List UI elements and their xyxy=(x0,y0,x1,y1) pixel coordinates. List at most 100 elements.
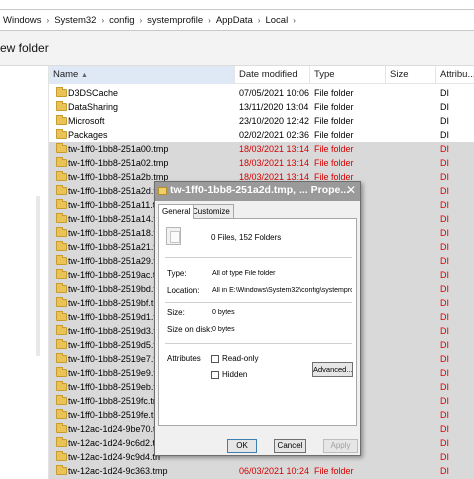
column-size[interactable]: Size xyxy=(386,66,436,84)
size-on-disk-value: 0 bytes xyxy=(212,326,235,333)
column-attributes[interactable]: Attribu... xyxy=(436,66,474,84)
table-row[interactable]: Microsoft 23/10/2020 12:42 File folder DI xyxy=(49,114,474,128)
folder-icon xyxy=(56,129,67,139)
tab-customize[interactable]: Customize xyxy=(188,204,234,218)
column-name[interactable]: Name ▲ xyxy=(49,66,235,84)
row-attributes: DI xyxy=(440,424,449,434)
dialog-title-bar[interactable]: tw-1ff0-1bb8-251a2d.tmp, ... Prope... ✕ xyxy=(155,182,360,201)
tab-general[interactable]: General xyxy=(158,204,195,219)
row-type: File folder xyxy=(314,144,354,154)
row-attributes: DI xyxy=(440,284,449,294)
breadcrumb-item[interactable]: Local xyxy=(265,15,288,26)
sort-up-icon: ▲ xyxy=(80,72,88,79)
breadcrumb: Windows › System32 › config › systemprofile › Ap… xyxy=(3,15,301,26)
row-attributes: DI xyxy=(440,270,449,280)
folder-icon xyxy=(56,451,67,461)
size-value: 0 bytes xyxy=(212,309,235,316)
apply-button[interactable]: Apply xyxy=(323,439,358,453)
row-attributes: DI xyxy=(440,144,449,154)
folder-icon xyxy=(56,423,67,433)
folder-icon xyxy=(56,339,67,349)
row-attributes: DI xyxy=(440,200,449,210)
attributes-label: Attributes xyxy=(167,354,201,363)
row-attributes: DI xyxy=(440,410,449,420)
row-name: tw-12ac-1d24-9c363.tmp xyxy=(68,466,168,476)
table-row[interactable]: tw-1ff0-1bb8-251a02.tmp 18/03/2021 13:14 F… xyxy=(49,156,474,170)
folder-icon xyxy=(56,395,67,405)
row-attributes: DI xyxy=(440,88,449,98)
folder-icon xyxy=(56,87,67,97)
type-label: Type: xyxy=(167,269,187,278)
table-row[interactable]: tw-12ac-1d24-9c363.tmp 06/03/2021 10:24 Fi… xyxy=(49,464,474,478)
row-date: 13/11/2020 13:04 xyxy=(239,102,309,112)
location-label: Location: xyxy=(167,286,200,295)
row-attributes: DI xyxy=(440,326,449,336)
chevron-right-icon[interactable]: › xyxy=(47,16,50,25)
folder-icon xyxy=(56,409,67,419)
row-attributes: DI xyxy=(440,438,449,448)
ok-button[interactable]: OK xyxy=(227,439,257,453)
navigation-pane[interactable] xyxy=(0,66,49,479)
breadcrumb-item[interactable]: systemprofile xyxy=(147,15,203,26)
folder-icon xyxy=(56,437,67,447)
row-type: File folder xyxy=(314,116,354,126)
toolbar: ew folder xyxy=(0,31,474,66)
files-summary: 0 Files, 152 Folders xyxy=(211,233,282,242)
chevron-right-icon[interactable]: › xyxy=(140,16,143,25)
folder-icon xyxy=(56,381,67,391)
row-name: tw-1ff0-1bb8-251a02.tmp xyxy=(68,158,169,168)
readonly-checkbox[interactable] xyxy=(211,355,219,363)
folder-icon xyxy=(56,297,67,307)
chevron-right-icon[interactable]: › xyxy=(101,16,104,25)
general-panel: 0 Files, 152 Folders Type: All of type F… xyxy=(158,218,357,426)
breadcrumb-item[interactable]: System32 xyxy=(54,15,96,26)
folder-icon xyxy=(56,353,67,363)
cancel-button[interactable]: Cancel xyxy=(274,439,306,453)
row-attributes: DI xyxy=(440,256,449,266)
table-row[interactable]: Packages 02/02/2021 02:36 File folder DI xyxy=(49,128,474,142)
row-name: tw-1ff0-1bb8-251a00.tmp xyxy=(68,144,169,154)
hidden-checkbox[interactable] xyxy=(211,371,219,379)
dialog-title: tw-1ff0-1bb8-251a2d.tmp, ... Prope... xyxy=(170,184,348,196)
row-attributes: DI xyxy=(440,130,449,140)
row-attributes: DI xyxy=(440,340,449,350)
column-date-modified[interactable]: Date modified xyxy=(235,66,310,84)
row-name: Microsoft xyxy=(68,116,105,126)
folder-icon xyxy=(56,101,67,111)
row-attributes: DI xyxy=(440,214,449,224)
folder-icon xyxy=(56,311,67,321)
breadcrumb-item[interactable]: AppData xyxy=(216,15,253,26)
folder-icon xyxy=(56,115,67,125)
column-header: Name ▲ Date modified Type Size Attribu..… xyxy=(49,66,474,84)
nav-scrollbar[interactable] xyxy=(36,196,40,356)
row-name: Packages xyxy=(68,130,108,140)
properties-dialog: tw-1ff0-1bb8-251a2d.tmp, ... Prope... ✕ … xyxy=(154,181,361,456)
row-type: File folder xyxy=(314,88,354,98)
row-attributes: DI xyxy=(440,368,449,378)
row-attributes: DI xyxy=(440,102,449,112)
folder-icon xyxy=(56,255,67,265)
folder-icon xyxy=(56,185,67,195)
table-row[interactable]: DataSharing 13/11/2020 13:04 File folder DI xyxy=(49,100,474,114)
table-row[interactable]: tw-1ff0-1bb8-251a00.tmp 18/03/2021 13:14 F… xyxy=(49,142,474,156)
row-type: File folder xyxy=(314,102,354,112)
row-attributes: DI xyxy=(440,382,449,392)
address-bar[interactable]: Windows › System32 › config › systemprofile › Ap… xyxy=(0,9,474,31)
chevron-right-icon[interactable]: › xyxy=(293,16,296,25)
location-value: All in E:\Windows\System32\config\system… xyxy=(212,287,352,294)
row-date: 07/05/2021 10:06 xyxy=(239,88,310,98)
folder-icon xyxy=(56,269,67,279)
column-type[interactable]: Type xyxy=(310,66,386,84)
new-folder-button[interactable]: ew folder xyxy=(0,41,49,55)
breadcrumb-item[interactable]: config xyxy=(109,15,134,26)
table-row[interactable]: D3DSCache 07/05/2021 10:06 File folder DI xyxy=(49,86,474,100)
folder-icon xyxy=(56,283,67,293)
advanced-button[interactable]: Advanced... xyxy=(312,362,353,377)
chevron-right-icon[interactable]: › xyxy=(258,16,261,25)
row-attributes: DI xyxy=(440,242,449,252)
row-attributes: DI xyxy=(440,116,449,126)
breadcrumb-item[interactable]: Windows xyxy=(3,15,42,26)
row-attributes: DI xyxy=(440,396,449,406)
close-icon[interactable]: ✕ xyxy=(344,184,358,198)
chevron-right-icon[interactable]: › xyxy=(208,16,211,25)
